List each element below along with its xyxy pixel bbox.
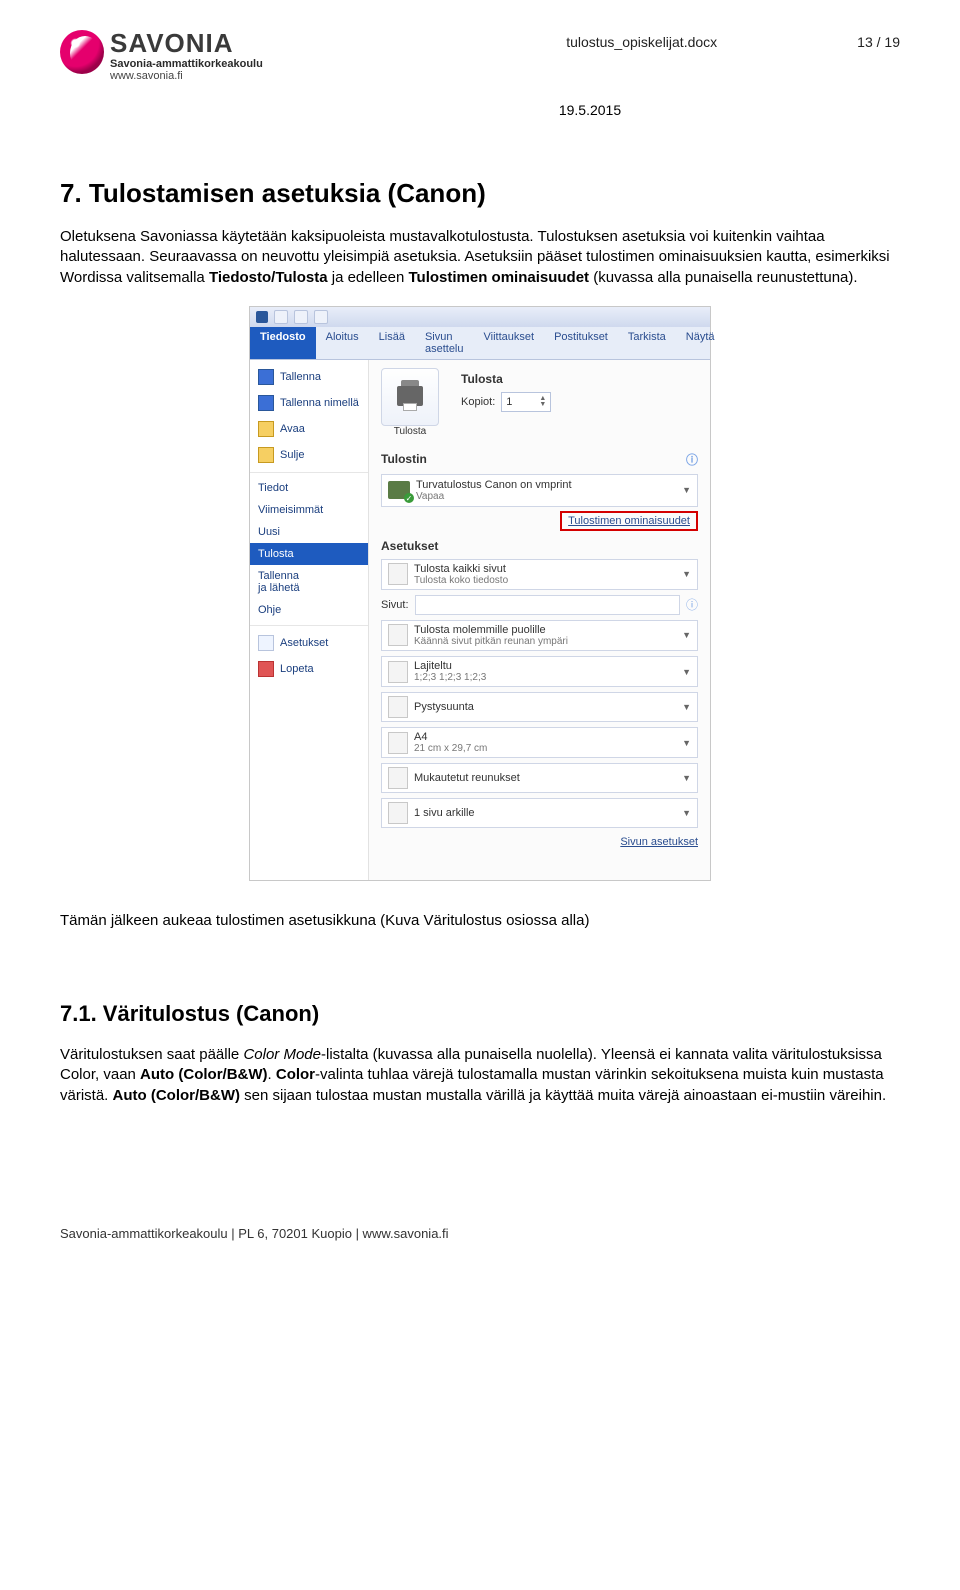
option-collated[interactable]: Lajiteltu1;2;3 1;2;3 1;2;3 ▼ (381, 656, 698, 687)
file-open[interactable]: Avaa (250, 416, 368, 442)
collate-icon (388, 661, 408, 683)
printer-status: Vapaa (416, 491, 572, 502)
word-app-icon (256, 311, 268, 323)
pages-icon (388, 563, 408, 585)
chevron-down-icon: ▼ (682, 630, 691, 640)
ribbon-tab-postitukset[interactable]: Postitukset (544, 327, 618, 359)
file-save-as[interactable]: Tallenna nimellä (250, 390, 368, 416)
chevron-down-icon: ▼ (682, 485, 691, 495)
logo-main: SAVONIA (110, 30, 263, 56)
printer-properties-link[interactable]: Tulostimen ominaisuudet (560, 511, 698, 531)
file-new[interactable]: Uusi (250, 521, 368, 543)
a4-icon (388, 732, 408, 754)
word-screenshot: Tiedosto Aloitus Lisää Sivun asettelu Vi… (249, 306, 711, 881)
file-save-send[interactable]: Tallenna ja lähetä (250, 565, 368, 599)
pages-input[interactable] (415, 595, 680, 615)
exit-icon (258, 661, 274, 677)
close-icon (258, 447, 274, 463)
pages-label: Sivut: (381, 599, 409, 611)
word-ribbon: Tiedosto Aloitus Lisää Sivun asettelu Vi… (250, 327, 710, 360)
open-icon (258, 421, 274, 437)
file-print[interactable]: Tulosta (250, 543, 368, 565)
chevron-down-icon: ▼ (682, 808, 691, 818)
word-titlebar (250, 307, 710, 327)
file-save[interactable]: Tallenna (250, 364, 368, 390)
section-asetukset: Asetukset (381, 539, 698, 553)
chevron-down-icon: ▼ (682, 773, 691, 783)
print-button[interactable] (381, 368, 439, 426)
option-pages-per-sheet[interactable]: 1 sivu arkille ▼ (381, 798, 698, 828)
paragraph-after-screenshot: Tämän jälkeen aukeaa tulostimen asetusik… (60, 911, 900, 931)
page-indicator: 13 / 19 (857, 34, 900, 50)
doc-date: 19.5.2015 (280, 102, 900, 118)
copies-label: Kopiot: (461, 396, 495, 408)
info-icon[interactable]: ⓘ (686, 596, 698, 613)
page-header: SAVONIA Savonia-ammattikorkeakoulu www.s… (60, 30, 900, 82)
option-margins[interactable]: Mukautetut reunukset ▼ (381, 763, 698, 793)
logo-block: SAVONIA Savonia-ammattikorkeakoulu www.s… (60, 30, 263, 82)
spinner-buttons-icon[interactable]: ▲▼ (539, 396, 546, 408)
option-paper-size[interactable]: A421 cm x 29,7 cm ▼ (381, 727, 698, 758)
file-recent[interactable]: Viimeisimmät (250, 499, 368, 521)
save-as-icon (258, 395, 274, 411)
chevron-down-icon: ▼ (682, 702, 691, 712)
duplex-icon (388, 624, 408, 646)
print-button-label: Tulosta (381, 426, 439, 437)
footer: Savonia-ammattikorkeakoulu | PL 6, 70201… (60, 1226, 900, 1241)
logo-text: SAVONIA Savonia-ammattikorkeakoulu www.s… (110, 30, 263, 82)
heading-7-1: 7.1. Väritulostus (Canon) (60, 1001, 900, 1027)
ribbon-tab-sivun-asettelu[interactable]: Sivun asettelu (415, 327, 474, 359)
portrait-icon (388, 696, 408, 718)
printer-name: Turvatulostus Canon on vmprint (416, 479, 572, 491)
ribbon-tab-tiedosto[interactable]: Tiedosto (250, 327, 316, 359)
savonia-logo-icon (60, 30, 104, 74)
heading-7: 7. Tulostamisen asetuksia (Canon) (60, 178, 900, 209)
one-page-icon (388, 802, 408, 824)
paragraph-7-1: Väritulostuksen saat päälle Color Mode-l… (60, 1045, 900, 1106)
copies-value: 1 (506, 396, 512, 408)
option-orientation[interactable]: Pystysuunta ▼ (381, 692, 698, 722)
section-tulosta: Tulosta (461, 372, 551, 386)
ribbon-tab-aloitus[interactable]: Aloitus (316, 327, 369, 359)
printer-ready-icon (388, 481, 410, 499)
copies-spinner[interactable]: 1 ▲▼ (501, 392, 551, 412)
printer-selector[interactable]: Turvatulostus Canon on vmprint Vapaa ▼ (381, 474, 698, 507)
ribbon-tab-lisaa[interactable]: Lisää (369, 327, 415, 359)
option-duplex[interactable]: Tulosta molemmille puolilleKäännä sivut … (381, 620, 698, 651)
section-tulostin: Tulostin (381, 452, 427, 466)
ribbon-tab-nayta[interactable]: Näytä (676, 327, 725, 359)
save-icon (258, 369, 274, 385)
file-exit[interactable]: Lopeta (250, 656, 368, 682)
options-icon (258, 635, 274, 651)
chevron-down-icon: ▼ (682, 667, 691, 677)
page-setup-link[interactable]: Sivun asetukset (381, 836, 698, 848)
ribbon-tab-viittaukset[interactable]: Viittaukset (474, 327, 545, 359)
printer-icon (397, 386, 423, 406)
qat-redo-icon[interactable] (314, 310, 328, 324)
file-options[interactable]: Asetukset (250, 630, 368, 656)
print-pane: Tulosta Tulosta Kopiot: 1 ▲▼ Tulostin ⓘ (369, 360, 710, 880)
file-help[interactable]: Ohje (250, 599, 368, 621)
doc-meta: tulostus_opiskelijat.docx 13 / 19 (566, 30, 900, 50)
file-info[interactable]: Tiedot (250, 477, 368, 499)
info-icon[interactable]: ⓘ (686, 451, 698, 468)
file-close[interactable]: Sulje (250, 442, 368, 468)
chevron-down-icon: ▼ (682, 569, 691, 579)
logo-url: www.savonia.fi (110, 70, 263, 82)
margins-icon (388, 767, 408, 789)
qat-undo-icon[interactable] (294, 310, 308, 324)
qat-save-icon[interactable] (274, 310, 288, 324)
logo-sub: Savonia-ammattikorkeakoulu (110, 58, 263, 70)
file-menu: Tallenna Tallenna nimellä Avaa Sulje Tie… (250, 360, 369, 880)
doc-filename: tulostus_opiskelijat.docx (566, 34, 717, 50)
paragraph-7: Oletuksena Savoniassa käytetään kaksipuo… (60, 227, 900, 288)
ribbon-tab-tarkista[interactable]: Tarkista (618, 327, 676, 359)
chevron-down-icon: ▼ (682, 738, 691, 748)
option-print-all[interactable]: Tulosta kaikki sivutTulosta koko tiedost… (381, 559, 698, 590)
